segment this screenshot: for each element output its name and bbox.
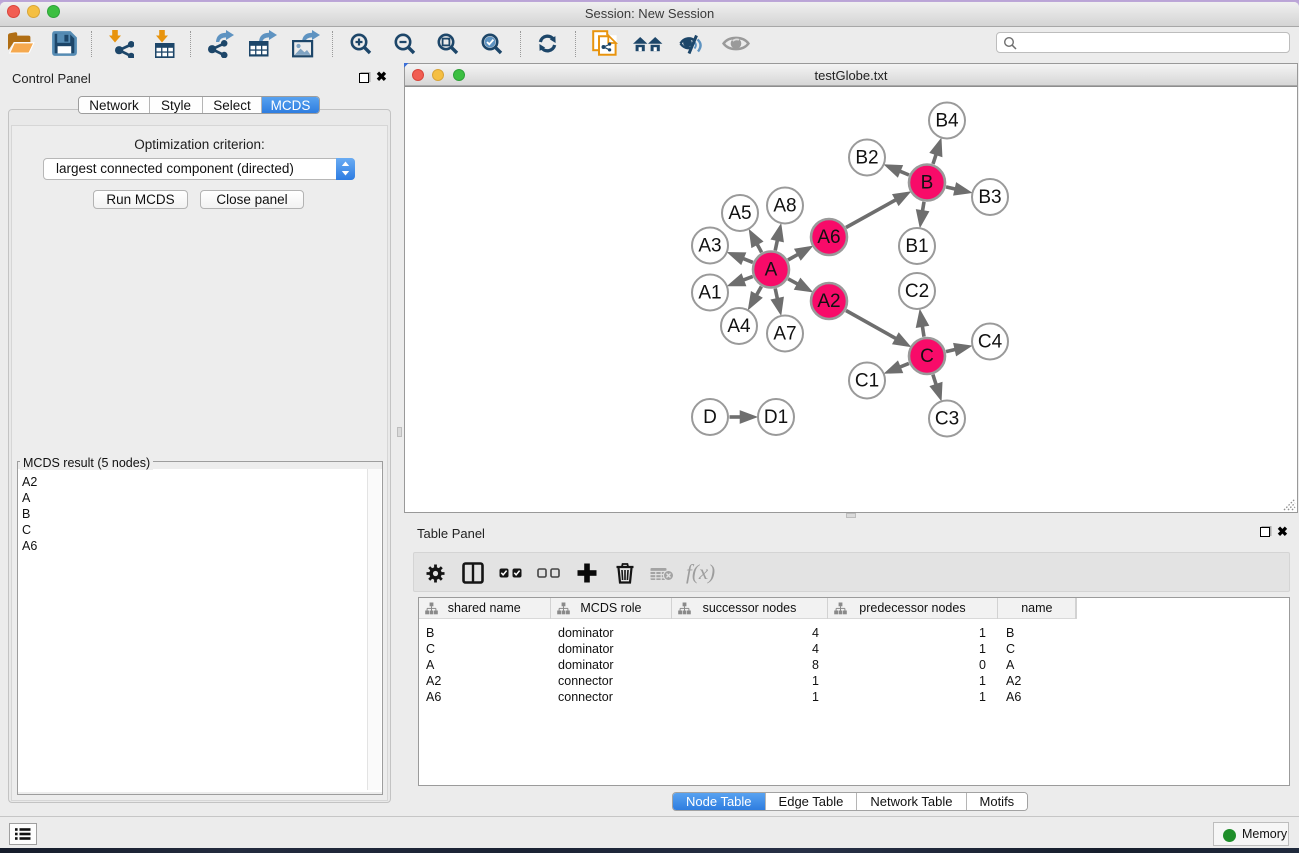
svg-text:B4: B4: [935, 111, 959, 132]
svg-text:A3: A3: [698, 236, 721, 257]
svg-text:A2: A2: [817, 291, 840, 312]
svg-text:C1: C1: [855, 371, 879, 392]
svg-text:D1: D1: [764, 407, 788, 428]
svg-text:D: D: [703, 407, 717, 428]
svg-text:B1: B1: [905, 236, 928, 257]
svg-text:A4: A4: [727, 316, 751, 337]
svg-text:B: B: [921, 173, 934, 194]
svg-text:C: C: [920, 346, 934, 367]
svg-text:A: A: [765, 260, 778, 281]
svg-text:A6: A6: [817, 227, 840, 248]
svg-text:C3: C3: [935, 409, 959, 430]
svg-text:C4: C4: [978, 332, 1003, 353]
svg-text:B2: B2: [855, 148, 878, 169]
svg-text:A1: A1: [698, 283, 721, 304]
svg-text:A8: A8: [773, 196, 796, 217]
svg-text:A7: A7: [773, 324, 796, 345]
svg-text:B3: B3: [978, 187, 1001, 208]
svg-text:C2: C2: [905, 281, 929, 302]
svg-text:A5: A5: [728, 203, 751, 224]
